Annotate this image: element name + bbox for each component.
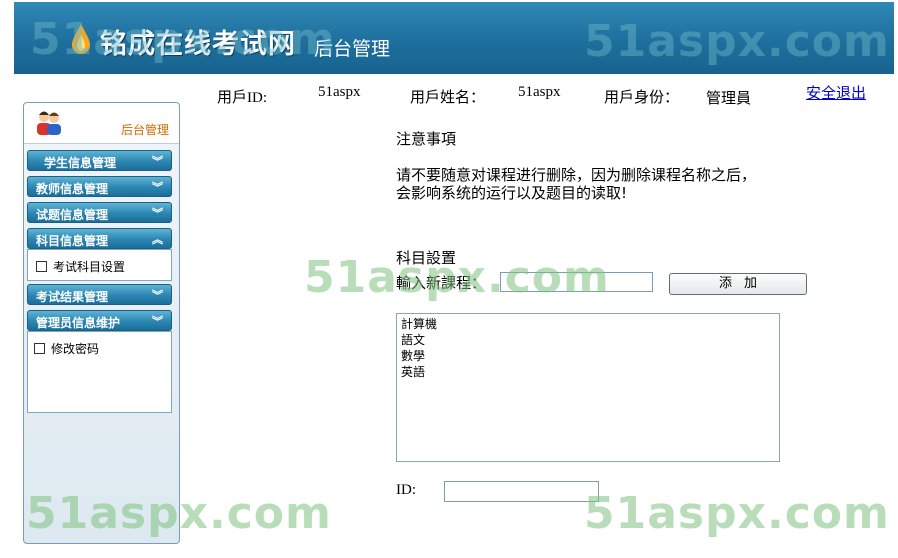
site-subtitle: 后台管理 [314, 38, 391, 60]
menu-question-info[interactable]: 试题信息管理 ︾ [27, 202, 172, 223]
sidebar-header: 后台管理 [24, 103, 179, 144]
list-item[interactable]: 英語 [401, 364, 425, 380]
menu-label: 试题信息管理 [36, 208, 109, 222]
user-role-value: 管理員 [706, 91, 752, 107]
sidebar: 后台管理 学生信息管理 ︾ 教师信息管理 ︾ 试题信息管理 ︾ 科目信息管理 ︽… [23, 102, 180, 544]
list-item[interactable]: 計算機 [401, 316, 437, 332]
logout-link[interactable]: 安全退出 [806, 82, 866, 103]
user-name-label: 用戶姓名： [410, 90, 486, 106]
chevron-down-icon: ︾ [152, 289, 163, 302]
flame-logo-icon [72, 24, 90, 54]
user-role-label: 用戶身份： [604, 90, 680, 106]
sidebar-title: 后台管理 [120, 123, 169, 137]
list-item[interactable]: 數學 [401, 348, 425, 364]
menu-label: 考试结果管理 [36, 290, 109, 304]
chevron-down-icon: ︾ [152, 207, 163, 220]
submenu-label: 修改密码 [51, 342, 100, 356]
submenu-item-change-password[interactable]: 修改密码 [34, 340, 99, 357]
submenu-item-exam-subject-settings[interactable]: 考试科目设置 [36, 258, 125, 275]
menu-teacher-info[interactable]: 教师信息管理 ︾ [27, 176, 172, 197]
user-id-label: 用戶ID: [217, 90, 267, 106]
menu-label: 管理员信息维护 [36, 316, 121, 330]
list-item[interactable]: 語文 [401, 332, 425, 348]
chevron-down-icon: ︾ [152, 155, 163, 168]
admin-submenu: 修改密码 [27, 331, 172, 413]
notice-text: 请不要随意对课程进行删除，因为删除课程名称之后，会影响系统的运行以及题目的读取! [396, 166, 757, 202]
menu-label: 教师信息管理 [36, 182, 109, 196]
site-title: 铭成在线考试网 [100, 29, 296, 60]
chevron-up-icon: ︽ [152, 233, 163, 246]
user-id-value: 51aspx [318, 84, 361, 100]
menu-subject-info[interactable]: 科目信息管理 ︽ [27, 228, 172, 249]
user-name-value: 51aspx [518, 84, 561, 100]
menu-admin-maintenance[interactable]: 管理员信息维护 ︾ [27, 310, 172, 331]
notice-title: 注意事項 [396, 130, 457, 148]
subject-settings-title: 科目設置 [396, 249, 457, 267]
watermark: 51aspx.com [584, 488, 890, 539]
menu-label: 学生信息管理 [44, 156, 117, 170]
chevron-down-icon: ︾ [152, 315, 163, 328]
chevron-down-icon: ︾ [152, 181, 163, 194]
checkbox-icon [34, 343, 45, 354]
id-input[interactable] [444, 481, 599, 502]
checkbox-icon [36, 261, 47, 272]
new-course-label: 輸入新課程： [396, 274, 487, 292]
submenu-label: 考试科目设置 [53, 260, 126, 274]
menu-student-info[interactable]: 学生信息管理 ︾ [27, 150, 172, 171]
users-avatar-icon [37, 111, 61, 135]
id-label: ID: [396, 482, 416, 498]
add-button[interactable]: 添加 [669, 273, 807, 295]
subject-submenu: 考试科目设置 [27, 249, 172, 281]
new-course-input[interactable] [500, 272, 653, 292]
menu-exam-results[interactable]: 考试结果管理 ︾ [27, 284, 172, 305]
course-listbox[interactable]: 計算機 語文 數學 英語 [396, 313, 780, 462]
menu-label: 科目信息管理 [36, 234, 109, 248]
header-banner: 铭成在线考试网 后台管理 [14, 2, 894, 74]
